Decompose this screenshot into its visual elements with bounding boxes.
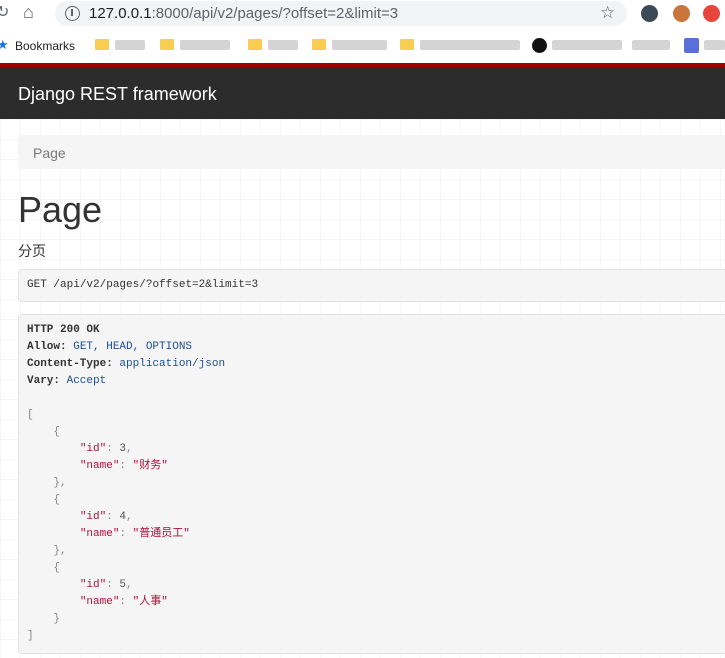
response-header: Content-Type: application/json xyxy=(27,358,226,370)
brand-link[interactable]: Django REST framework xyxy=(18,84,217,105)
bookmarks-label[interactable]: Bookmarks xyxy=(15,39,75,53)
json-line: "name": "人事" xyxy=(79,596,168,608)
bookmark-item[interactable] xyxy=(704,40,725,50)
header-key: Allow xyxy=(27,341,61,353)
page-description: 分页 xyxy=(18,243,46,259)
json-object-close: }, xyxy=(27,477,67,489)
bookmark-favicon[interactable] xyxy=(684,38,699,53)
bookmark-item[interactable] xyxy=(552,40,622,50)
response-header: Vary: Accept xyxy=(27,375,107,387)
bookmark-item[interactable] xyxy=(115,40,145,50)
extension-icon[interactable] xyxy=(703,5,720,22)
header-value: application/json xyxy=(119,358,226,370)
json-name-value: "人事" xyxy=(132,596,168,608)
github-icon[interactable] xyxy=(532,38,547,53)
url-text[interactable]: 127.0.0.1:8000/api/v2/pages/?offset=2&li… xyxy=(89,5,398,22)
json-name-value: "普通员工" xyxy=(132,528,190,540)
home-icon[interactable]: ⌂ xyxy=(23,3,34,21)
header-value: Accept xyxy=(66,375,107,387)
navbar: Django REST framework xyxy=(0,67,725,119)
extension-icon[interactable] xyxy=(673,5,690,22)
request-path: /api/v2/pages/?offset=2&limit=3 xyxy=(53,279,259,291)
main-content: Page Page 分页 GET /api/v2/pages/?offset=2… xyxy=(0,119,725,658)
folder-icon[interactable] xyxy=(312,39,326,50)
breadcrumb: Page xyxy=(18,135,725,169)
extension-icon[interactable] xyxy=(641,5,658,22)
json-line: "id": 5, xyxy=(79,579,133,591)
response-info: HTTP 200 OK Allow: GET, HEAD, OPTIONS Co… xyxy=(18,314,725,654)
response-header: Allow: GET, HEAD, OPTIONS xyxy=(27,341,193,353)
json-object-open: { xyxy=(27,426,61,438)
bookmarks-bar: ★ Bookmarks xyxy=(0,31,725,59)
bookmark-item[interactable] xyxy=(268,40,298,50)
bookmark-item[interactable] xyxy=(420,40,520,50)
json-line: "name": "普通员工" xyxy=(79,528,190,540)
request-info: GET /api/v2/pages/?offset=2&limit=3 xyxy=(18,269,725,302)
page-title: Page xyxy=(18,189,103,230)
request-method: GET xyxy=(27,279,47,291)
header-key: Content-Type xyxy=(27,358,107,370)
address-bar[interactable]: 127.0.0.1:8000/api/v2/pages/?offset=2&li… xyxy=(55,1,627,26)
response-status: HTTP 200 OK xyxy=(27,324,100,336)
reload-icon[interactable]: ↻ xyxy=(0,5,9,21)
json-open-bracket: [ xyxy=(27,409,34,421)
bookmark-item[interactable] xyxy=(632,40,670,50)
json-object-open: { xyxy=(27,562,61,574)
header-value: GET, HEAD, OPTIONS xyxy=(73,341,193,353)
json-close-bracket: ] xyxy=(27,630,34,642)
breadcrumb-current[interactable]: Page xyxy=(33,145,66,161)
bookmark-item[interactable] xyxy=(332,40,387,50)
folder-icon[interactable] xyxy=(95,39,109,50)
json-line: "name": "财务" xyxy=(79,460,168,472)
bookmark-item[interactable] xyxy=(180,40,230,50)
json-line: "id": 3, xyxy=(79,443,133,455)
folder-icon[interactable] xyxy=(160,39,174,50)
json-object-close: }, xyxy=(27,545,67,557)
json-object-open: { xyxy=(27,494,61,506)
bookmarks-star-icon: ★ xyxy=(0,37,9,52)
json-line: "id": 4, xyxy=(79,511,133,523)
bookmark-star-icon[interactable]: ☆ xyxy=(600,3,615,23)
json-name-value: "财务" xyxy=(132,460,168,472)
site-info-icon[interactable] xyxy=(65,6,80,21)
folder-icon[interactable] xyxy=(248,39,262,50)
json-object-close: } xyxy=(27,613,61,625)
header-key: Vary xyxy=(27,375,54,387)
folder-icon[interactable] xyxy=(400,39,414,50)
browser-toolbar: ↻ ⌂ 127.0.0.1:8000/api/v2/pages/?offset=… xyxy=(0,0,725,27)
